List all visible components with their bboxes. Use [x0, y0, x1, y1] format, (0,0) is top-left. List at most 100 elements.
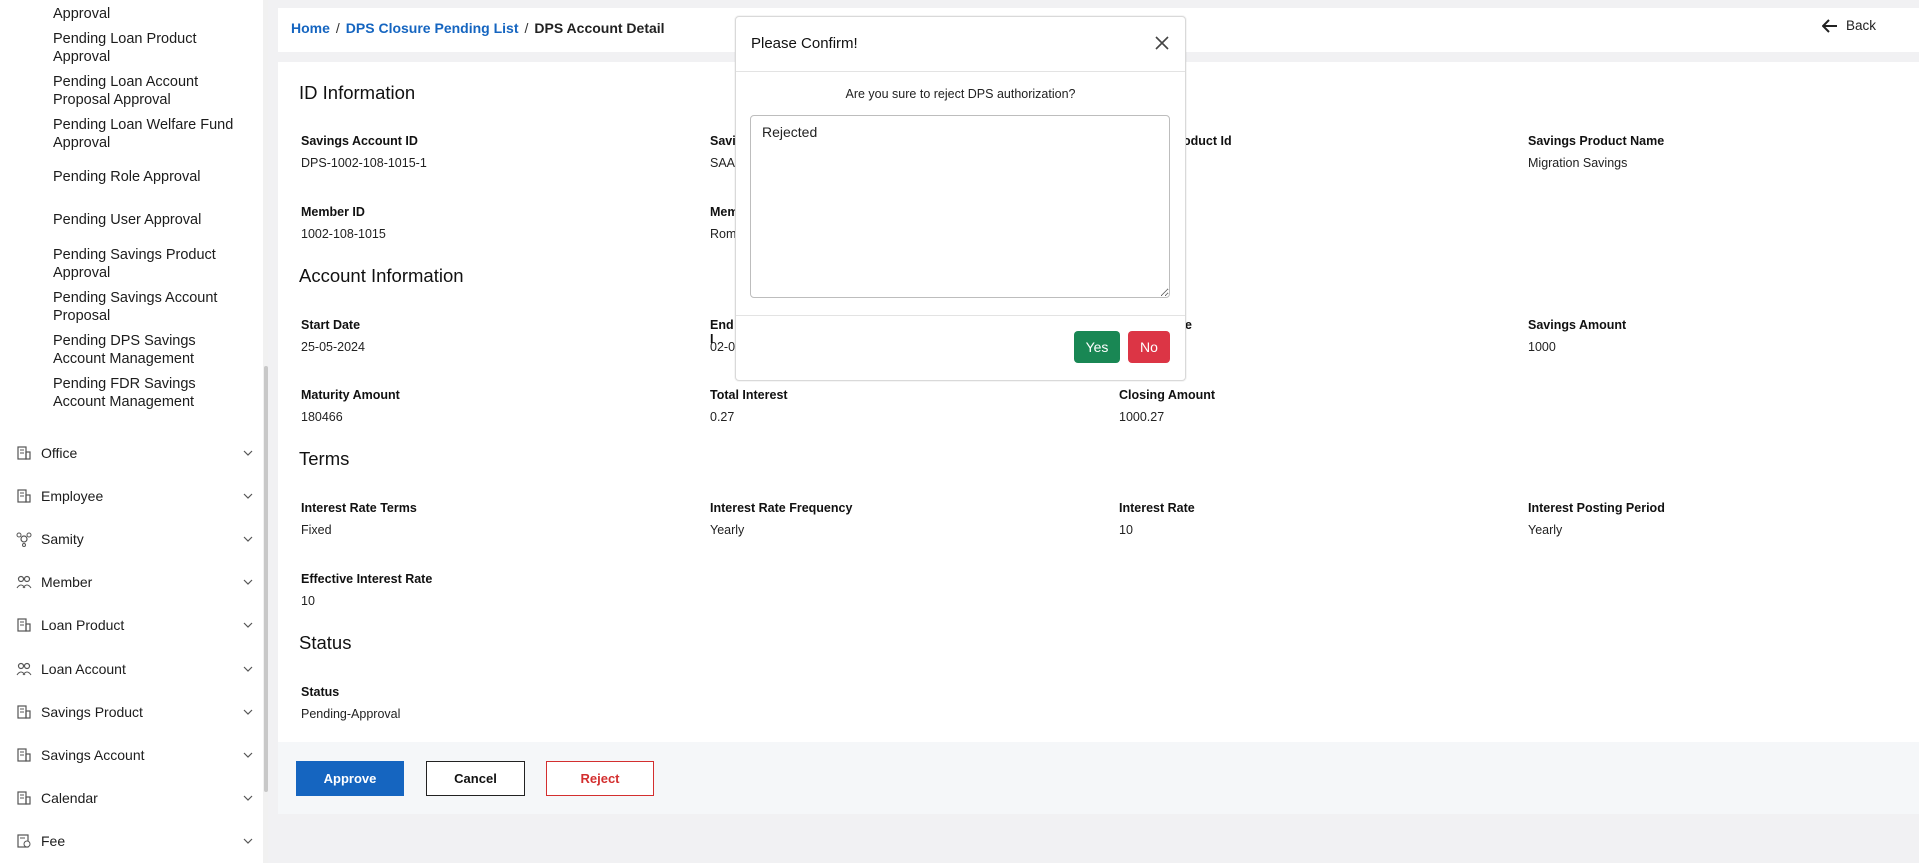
sidebar-subitem-loan-welfare-fund[interactable]: Pending Loan Welfare Fund Approval: [53, 116, 253, 152]
sidebar-item-fee[interactable]: Fee: [0, 826, 262, 856]
sidebar-item-calendar[interactable]: Calendar: [0, 783, 262, 813]
field-label: Maturity Amount: [301, 388, 400, 402]
back-button[interactable]: Back: [1822, 18, 1876, 33]
field-label: Interest Rate: [1119, 501, 1195, 515]
sidebar-subitem-label: Pending Loan Welfare Fund: [53, 117, 234, 133]
field-label: Interest Rate Terms: [301, 501, 417, 515]
field-value: Migration Savings: [1528, 156, 1628, 170]
chevron-down-icon: [243, 536, 253, 542]
field-closing-amount: Closing Amount 1000.27: [1119, 388, 1499, 424]
building-icon: [17, 446, 31, 460]
breadcrumb-separator: /: [524, 20, 529, 36]
sidebar-item-label: Loan Product: [41, 617, 125, 633]
sidebar-subitem-role-approval[interactable]: Pending Role Approval: [53, 168, 253, 186]
cancel-button[interactable]: Cancel: [426, 761, 525, 796]
building-icon: [17, 791, 31, 805]
field-interest-rate: Interest Rate 10: [1119, 501, 1499, 537]
breadcrumb-list-link[interactable]: DPS Closure Pending List: [346, 20, 519, 36]
sidebar-subitem-loan-account-proposal[interactable]: Pending Loan Account Proposal Approval: [53, 73, 253, 109]
sidebar-subitem-approval[interactable]: Approval: [53, 5, 253, 23]
action-bar: Approve Cancel Reject: [278, 742, 1919, 814]
sidebar-item-label: Office: [41, 445, 78, 461]
sidebar-subitem-label: Pending User Approval: [53, 212, 202, 228]
sidebar-subitem-label: Approval: [53, 265, 111, 281]
field-value: 25-05-2024: [301, 340, 365, 354]
sidebar-item-loan-account[interactable]: Loan Account: [0, 654, 262, 684]
breadcrumb-current: DPS Account Detail: [534, 20, 665, 36]
field-value: 10: [301, 594, 315, 608]
close-icon[interactable]: [1154, 35, 1170, 51]
sidebar-subitem-label: Pending Loan Account: [53, 74, 199, 90]
sidebar-subitem-dps-savings[interactable]: Pending DPS Savings Account Management: [53, 332, 253, 368]
sidebar-item-loan-product[interactable]: Loan Product: [0, 610, 262, 640]
reject-reason-textarea[interactable]: Rejected: [750, 115, 1170, 298]
sidebar-subitem-user-approval[interactable]: Pending User Approval: [53, 211, 253, 229]
breadcrumb-home-link[interactable]: Home: [291, 20, 330, 36]
field-member-id: Member ID 1002-108-1015: [301, 205, 681, 241]
chevron-down-icon: [243, 622, 253, 628]
field-value: 1002-108-1015: [301, 227, 386, 241]
field-label: Interest Rate Frequency: [710, 501, 853, 515]
no-button[interactable]: No: [1128, 331, 1170, 363]
sidebar-item-label: Employee: [41, 488, 104, 504]
section-title-id-info: ID Information: [299, 82, 416, 103]
sidebar: Approval Pending Loan Product Approval P…: [0, 0, 268, 863]
field-label: Interest Posting Period: [1528, 501, 1665, 515]
chevron-down-icon: [243, 838, 253, 844]
chevron-down-icon: [243, 493, 253, 499]
field-value: 10: [1119, 523, 1133, 537]
field-interest-rate-terms: Interest Rate Terms Fixed: [301, 501, 681, 537]
sidebar-subitem-fdr-savings[interactable]: Pending FDR Savings Account Management: [53, 375, 253, 411]
building-icon: [17, 705, 31, 719]
sidebar-item-savings-account[interactable]: Savings Account: [0, 740, 262, 770]
field-value: 0.27: [710, 410, 735, 424]
sidebar-subitem-loan-product-approval[interactable]: Pending Loan Product Approval: [53, 30, 253, 66]
chevron-down-icon: [243, 752, 253, 758]
sidebar-subitem-label: Approval: [53, 135, 111, 151]
field-label: Total Interest: [710, 388, 788, 402]
chevron-down-icon: [243, 579, 253, 585]
field-value: DPS-1002-108-1015-1: [301, 156, 427, 170]
sidebar-subitem-label: Pending Role Approval: [53, 169, 201, 185]
chevron-down-icon: [243, 450, 253, 456]
dialog-header: Please Confirm!: [736, 17, 1185, 72]
sidebar-subitem-savings-product-approval[interactable]: Pending Savings Product Approval: [53, 246, 253, 282]
confirm-dialog: Please Confirm! Are you sure to reject D…: [735, 16, 1186, 381]
users-icon: [16, 662, 32, 676]
field-total-interest: Total Interest 0.27: [710, 388, 1090, 424]
dialog-title: Please Confirm!: [751, 35, 858, 52]
yes-button[interactable]: Yes: [1074, 331, 1120, 363]
sidebar-subitem-label: Approval: [53, 49, 111, 65]
field-label: Member ID: [301, 205, 365, 219]
back-label: Back: [1846, 18, 1877, 33]
breadcrumb-separator: /: [335, 20, 340, 36]
field-product-id: oduct Id: [1183, 134, 1383, 156]
field-value: Fixed: [301, 523, 332, 537]
sidebar-item-employee[interactable]: Employee: [0, 481, 262, 511]
chevron-down-icon: [243, 666, 253, 672]
sidebar-subitem-label: Pending Savings Product: [53, 247, 216, 263]
sidebar-subitem-label: Account Management: [53, 351, 195, 367]
section-title-terms: Terms: [299, 448, 350, 469]
sidebar-item-savings-product[interactable]: Savings Product: [0, 697, 262, 727]
section-title-account-info: Account Information: [299, 265, 464, 286]
sidebar-subitem-label: Pending DPS Savings: [53, 333, 196, 349]
field-label: Closing Amount: [1119, 388, 1216, 402]
field-value: Pending-Approval: [301, 707, 401, 721]
fee-icon: [17, 834, 31, 848]
chevron-down-icon: [243, 709, 253, 715]
sidebar-subitem-label: Pending Savings Account: [53, 290, 218, 306]
sidebar-scrollbar-thumb[interactable]: [264, 366, 268, 792]
sidebar-item-label: Savings Account: [41, 747, 145, 763]
field-value: Yearly: [1528, 523, 1563, 537]
field-label: oduct Id: [1183, 134, 1232, 148]
building-icon: [17, 618, 31, 632]
sidebar-subitem-savings-account-proposal[interactable]: Pending Savings Account Proposal: [53, 289, 253, 325]
reject-button[interactable]: Reject: [546, 761, 654, 796]
field-label: e: [1185, 318, 1192, 332]
dialog-footer-divider: [736, 315, 1185, 316]
sidebar-item-member[interactable]: Member: [0, 567, 262, 597]
sidebar-item-samity[interactable]: Samity: [0, 524, 262, 554]
sidebar-item-office[interactable]: Office: [0, 438, 262, 468]
approve-button[interactable]: Approve: [296, 761, 404, 796]
